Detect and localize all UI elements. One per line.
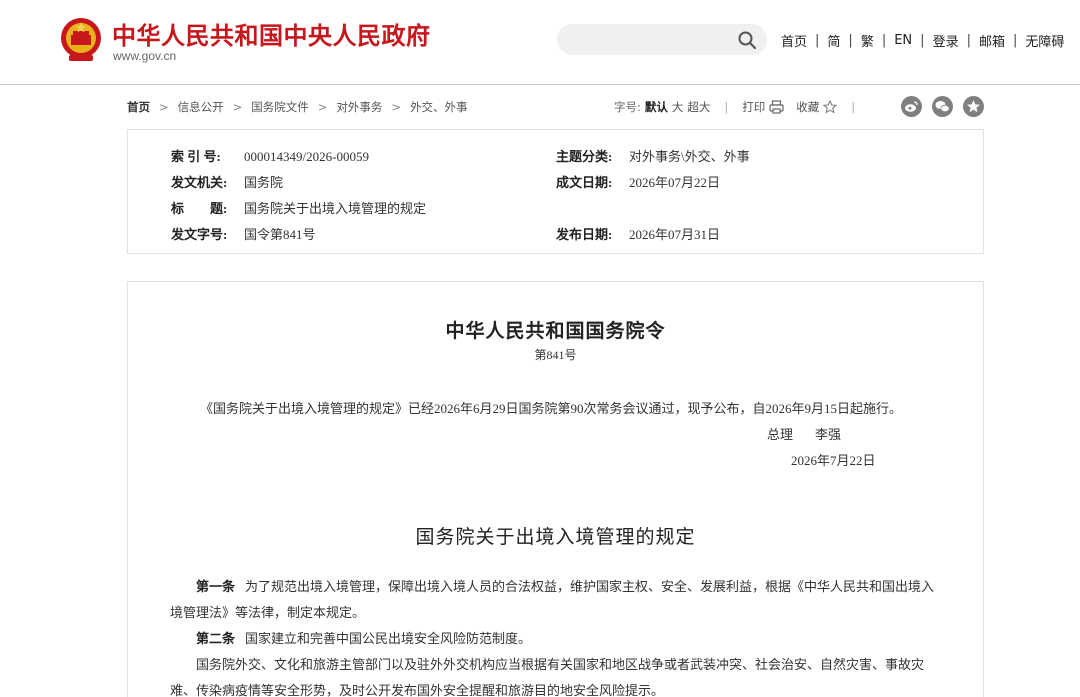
tools-divider: | bbox=[724, 100, 729, 114]
info-issuer-key: 发文机关: bbox=[171, 175, 228, 190]
info-index-key: 索 引 号: bbox=[171, 149, 221, 164]
search-icon[interactable] bbox=[737, 30, 757, 50]
info-docno-row: 发文字号: 国令第841号 bbox=[171, 224, 316, 243]
nav-divider: | bbox=[848, 33, 853, 48]
nav-simplified[interactable]: 简 bbox=[827, 31, 840, 50]
favorite-button[interactable]: 收藏 bbox=[796, 99, 838, 115]
top-nav: 首页 | 简 | 繁 | EN | 登录 | 邮箱 | 无障碍 bbox=[781, 31, 1064, 50]
nav-divider: | bbox=[1012, 33, 1018, 48]
breadcrumb-foreign-affairs[interactable]: 对外事务 bbox=[336, 100, 382, 114]
info-title-row: 标 题: 国务院关于出境入境管理的规定 bbox=[171, 198, 426, 217]
info-topic-key: 主题分类: bbox=[556, 149, 613, 164]
info-title-value: 国务院关于出境入境管理的规定 bbox=[244, 201, 427, 216]
nav-english[interactable]: EN bbox=[894, 33, 912, 48]
weibo-icon[interactable] bbox=[901, 96, 922, 117]
article-1-paragraph: 第一条 为了规范出境入境管理，保障出境入境人员的合法权益，维护国家主权、安全、发展… bbox=[170, 574, 945, 626]
article-1-label: 第一条 bbox=[196, 579, 236, 594]
breadcrumb-bar: 首页 > 信息公开 > 国务院文件 > 对外事务 > 外交、外事 字号: 默认 大 超大 | 打… bbox=[127, 96, 984, 118]
info-date-key: 成文日期: bbox=[556, 175, 613, 190]
order-number: 第841号 bbox=[534, 348, 577, 362]
chevron-right-icon: > bbox=[159, 100, 169, 114]
font-size-label: 字号: bbox=[614, 100, 641, 114]
site-header: 中华人民共和国中央人民政府 www.gov.cn 首页 | 简 | 繁 | EN… bbox=[0, 0, 1080, 85]
weibo-glyph bbox=[905, 101, 918, 112]
announcement-text: 《国务院关于出境入境管理的规定》已经2026年6月29日国务院第90次常务会议通… bbox=[200, 401, 903, 416]
info-pubdate-value: 2026年07月31日 bbox=[629, 227, 721, 242]
font-size-large[interactable]: 大 bbox=[672, 99, 684, 115]
nav-login[interactable]: 登录 bbox=[933, 31, 959, 50]
article-2-paragraph: 第二条 国家建立和完善中国公民出境安全风险防范制度。 bbox=[170, 626, 945, 652]
search-box bbox=[557, 24, 767, 55]
chevron-right-icon: > bbox=[317, 100, 328, 114]
sign-date: 2026年7月22日 bbox=[791, 453, 876, 468]
nav-divider: | bbox=[815, 33, 820, 48]
info-topic-row: 主题分类: 对外事务\外交、外事 bbox=[556, 146, 750, 165]
article-body: 中华人民共和国国务院令 第841号 《国务院关于出境入境管理的规定》已经2026… bbox=[127, 281, 984, 697]
search-input[interactable] bbox=[571, 30, 731, 49]
print-button[interactable]: 打印 bbox=[742, 99, 784, 115]
tools-divider: | bbox=[851, 100, 856, 114]
article-2-label: 第二条 bbox=[196, 631, 236, 646]
info-pubdate-row: 发布日期: 2026年07月31日 bbox=[556, 224, 720, 243]
wechat-icon[interactable] bbox=[932, 96, 953, 117]
info-issuer-value: 国务院 bbox=[244, 175, 284, 190]
nav-accessibility[interactable]: 无障碍 bbox=[1025, 31, 1064, 50]
signer-title: 总理 bbox=[767, 427, 794, 442]
info-docno-value: 国令第841号 bbox=[244, 227, 316, 242]
signer: 总理 李强 bbox=[767, 424, 841, 443]
national-emblem-logo[interactable] bbox=[60, 17, 102, 63]
site-url: www.gov.cn bbox=[113, 49, 177, 63]
font-size-default[interactable]: 默认 bbox=[645, 99, 668, 115]
wechat-glyph bbox=[935, 101, 950, 113]
info-index-row: 索 引 号: 000014349/2026-00059 bbox=[171, 146, 369, 165]
nav-divider: | bbox=[966, 33, 971, 48]
chevron-right-icon: > bbox=[232, 100, 243, 114]
breadcrumb-diplomacy[interactable]: 外交、外事 bbox=[410, 100, 468, 114]
nav-mail[interactable]: 邮箱 bbox=[979, 31, 1005, 50]
article-1-text: 为了规范出境入境管理，保障出境入境人员的合法权益，维护国家主权、安全、发展利益，… bbox=[170, 579, 935, 620]
page-tools: 字号: 默认 大 超大 | 打印 收藏 | bbox=[614, 99, 869, 115]
article-2-text: 国家建立和完善中国公民出境安全风险防范制度。 bbox=[245, 631, 532, 646]
breadcrumb-state-council-docs[interactable]: 国务院文件 bbox=[251, 100, 309, 114]
qzone-glyph bbox=[967, 100, 980, 113]
info-topic-value: 对外事务\外交、外事 bbox=[629, 149, 750, 164]
nav-divider: | bbox=[920, 33, 925, 48]
document-info-table: 索 引 号: 000014349/2026-00059 主题分类: 对外事务\外交、… bbox=[127, 129, 984, 254]
star-icon bbox=[823, 100, 838, 114]
breadcrumb-home[interactable]: 首页 bbox=[127, 100, 150, 114]
nav-divider: | bbox=[881, 33, 887, 48]
font-size-xlarge[interactable]: 超大 bbox=[687, 99, 710, 115]
nav-home[interactable]: 首页 bbox=[781, 31, 807, 50]
chevron-right-icon: > bbox=[391, 100, 402, 114]
favorite-label: 收藏 bbox=[796, 100, 820, 114]
article-2-paragraph-2: 国务院外交、文化和旅游主管部门以及驻外外交机构应当根据有关国家和地区战争或者武装… bbox=[170, 657, 925, 697]
breadcrumb: 首页 > 信息公开 > 国务院文件 > 对外事务 > 外交、外事 bbox=[127, 99, 468, 115]
info-docno-key: 发文字号: bbox=[171, 227, 228, 242]
site-title[interactable]: 中华人民共和国中央人民政府 bbox=[112, 16, 431, 51]
breadcrumb-info-public[interactable]: 信息公开 bbox=[178, 100, 224, 114]
signer-name: 李强 bbox=[815, 427, 842, 442]
info-title-key: 标 题: bbox=[171, 201, 228, 216]
info-index-value: 000014349/2026-00059 bbox=[244, 149, 369, 164]
print-label: 打印 bbox=[742, 100, 766, 114]
regulation-title: 国务院关于出境入境管理的规定 bbox=[415, 527, 696, 548]
info-pubdate-key: 发布日期: bbox=[556, 227, 613, 242]
info-date-row: 成文日期: 2026年07月22日 bbox=[556, 172, 720, 191]
qzone-icon[interactable] bbox=[963, 96, 984, 117]
printer-icon bbox=[769, 100, 784, 114]
nav-traditional[interactable]: 繁 bbox=[861, 31, 874, 50]
info-date-value: 2026年07月22日 bbox=[629, 175, 721, 190]
info-issuer-row: 发文机关: 国务院 bbox=[171, 172, 283, 191]
order-title: 中华人民共和国国务院令 bbox=[445, 321, 666, 342]
